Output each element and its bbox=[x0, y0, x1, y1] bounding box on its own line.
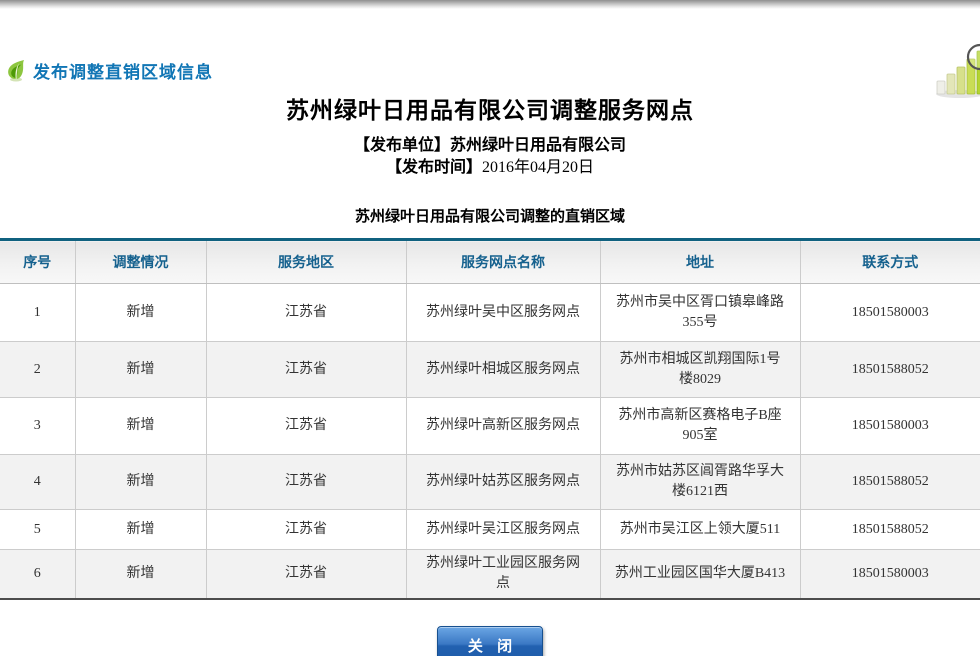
cell-address: 苏州市姑苏区阊胥路华孚大楼6121西 bbox=[600, 455, 800, 510]
table-row: 2新增江苏省苏州绿叶相城区服务网点苏州市相城区凯翔国际1号楼8029185015… bbox=[0, 342, 980, 398]
page-header: 发布调整直销区域信息 bbox=[0, 55, 980, 85]
cell-service-area: 江苏省 bbox=[206, 550, 406, 600]
cell-site-name: 苏州绿叶吴中区服务网点 bbox=[406, 284, 600, 342]
cell-seq: 1 bbox=[0, 284, 75, 342]
column-header-seq: 序号 bbox=[0, 240, 75, 284]
cell-phone: 18501588052 bbox=[800, 455, 980, 510]
publish-date-label: 【发布时间】 bbox=[386, 159, 482, 176]
cell-adjust-type: 新增 bbox=[75, 284, 206, 342]
top-gradient-bar bbox=[0, 0, 980, 9]
announcement-title: 苏州绿叶日用品有限公司调整服务网点 bbox=[0, 91, 980, 125]
cell-seq: 3 bbox=[0, 398, 75, 455]
table-body: 1新增江苏省苏州绿叶吴中区服务网点苏州市吴中区胥口镇皋峰路355号1850158… bbox=[0, 284, 980, 600]
cell-adjust-type: 新增 bbox=[75, 510, 206, 550]
column-header-service-area: 服务地区 bbox=[206, 240, 406, 284]
cell-address: 苏州市相城区凯翔国际1号楼8029 bbox=[600, 342, 800, 398]
publisher-label: 【发布单位】 bbox=[354, 137, 450, 154]
cell-address: 苏州工业园区国华大厦B413 bbox=[600, 550, 800, 600]
cell-phone: 18501580003 bbox=[800, 398, 980, 455]
column-header-address: 地址 bbox=[600, 240, 800, 284]
direct-sales-region-table: 序号调整情况服务地区服务网点名称地址联系方式 1新增江苏省苏州绿叶吴中区服务网点… bbox=[0, 238, 980, 600]
table-row: 6新增江苏省苏州绿叶工业园区服务网点苏州工业园区国华大厦B41318501580… bbox=[0, 550, 980, 600]
table-row: 3新增江苏省苏州绿叶高新区服务网点苏州市高新区赛格电子B座905室1850158… bbox=[0, 398, 980, 455]
cell-service-area: 江苏省 bbox=[206, 510, 406, 550]
publisher-value: 苏州绿叶日用品有限公司 bbox=[450, 137, 626, 154]
cell-address: 苏州市吴中区胥口镇皋峰路355号 bbox=[600, 284, 800, 342]
page-title: 发布调整直销区域信息 bbox=[33, 58, 213, 83]
cell-adjust-type: 新增 bbox=[75, 550, 206, 600]
bar-chart-magnifier-icon bbox=[934, 43, 980, 101]
table-title: 苏州绿叶日用品有限公司调整的直销区域 bbox=[0, 205, 980, 226]
column-header-phone: 联系方式 bbox=[800, 240, 980, 284]
cell-site-name: 苏州绿叶高新区服务网点 bbox=[406, 398, 600, 455]
button-row: 关 闭 bbox=[0, 626, 980, 656]
publisher-line: 【发布单位】苏州绿叶日用品有限公司 bbox=[0, 135, 980, 157]
announcement: 苏州绿叶日用品有限公司调整服务网点 【发布单位】苏州绿叶日用品有限公司 【发布时… bbox=[0, 91, 980, 179]
cell-adjust-type: 新增 bbox=[75, 455, 206, 510]
table-row: 4新增江苏省苏州绿叶姑苏区服务网点苏州市姑苏区阊胥路华孚大楼6121西18501… bbox=[0, 455, 980, 510]
cell-site-name: 苏州绿叶吴江区服务网点 bbox=[406, 510, 600, 550]
cell-service-area: 江苏省 bbox=[206, 342, 406, 398]
cell-phone: 18501580003 bbox=[800, 550, 980, 600]
leaf-icon bbox=[5, 58, 27, 82]
table-row: 1新增江苏省苏州绿叶吴中区服务网点苏州市吴中区胥口镇皋峰路355号1850158… bbox=[0, 284, 980, 342]
cell-phone: 18501580003 bbox=[800, 284, 980, 342]
cell-seq: 2 bbox=[0, 342, 75, 398]
column-header-site-name: 服务网点名称 bbox=[406, 240, 600, 284]
cell-site-name: 苏州绿叶工业园区服务网点 bbox=[406, 550, 600, 600]
column-header-adjust-type: 调整情况 bbox=[75, 240, 206, 284]
cell-seq: 5 bbox=[0, 510, 75, 550]
cell-phone: 18501588052 bbox=[800, 342, 980, 398]
cell-seq: 4 bbox=[0, 455, 75, 510]
cell-seq: 6 bbox=[0, 550, 75, 600]
cell-service-area: 江苏省 bbox=[206, 455, 406, 510]
cell-address: 苏州市吴江区上领大厦511 bbox=[600, 510, 800, 550]
table-header-row: 序号调整情况服务地区服务网点名称地址联系方式 bbox=[0, 240, 980, 284]
cell-service-area: 江苏省 bbox=[206, 284, 406, 342]
cell-adjust-type: 新增 bbox=[75, 342, 206, 398]
publish-date-value: 2016年04月20日 bbox=[482, 159, 594, 176]
cell-address: 苏州市高新区赛格电子B座905室 bbox=[600, 398, 800, 455]
cell-site-name: 苏州绿叶相城区服务网点 bbox=[406, 342, 600, 398]
publish-date-line: 【发布时间】2016年04月20日 bbox=[0, 157, 980, 179]
close-button[interactable]: 关 闭 bbox=[437, 626, 543, 656]
table-row: 5新增江苏省苏州绿叶吴江区服务网点苏州市吴江区上领大厦5111850158805… bbox=[0, 510, 980, 550]
cell-adjust-type: 新增 bbox=[75, 398, 206, 455]
cell-phone: 18501588052 bbox=[800, 510, 980, 550]
cell-service-area: 江苏省 bbox=[206, 398, 406, 455]
cell-site-name: 苏州绿叶姑苏区服务网点 bbox=[406, 455, 600, 510]
